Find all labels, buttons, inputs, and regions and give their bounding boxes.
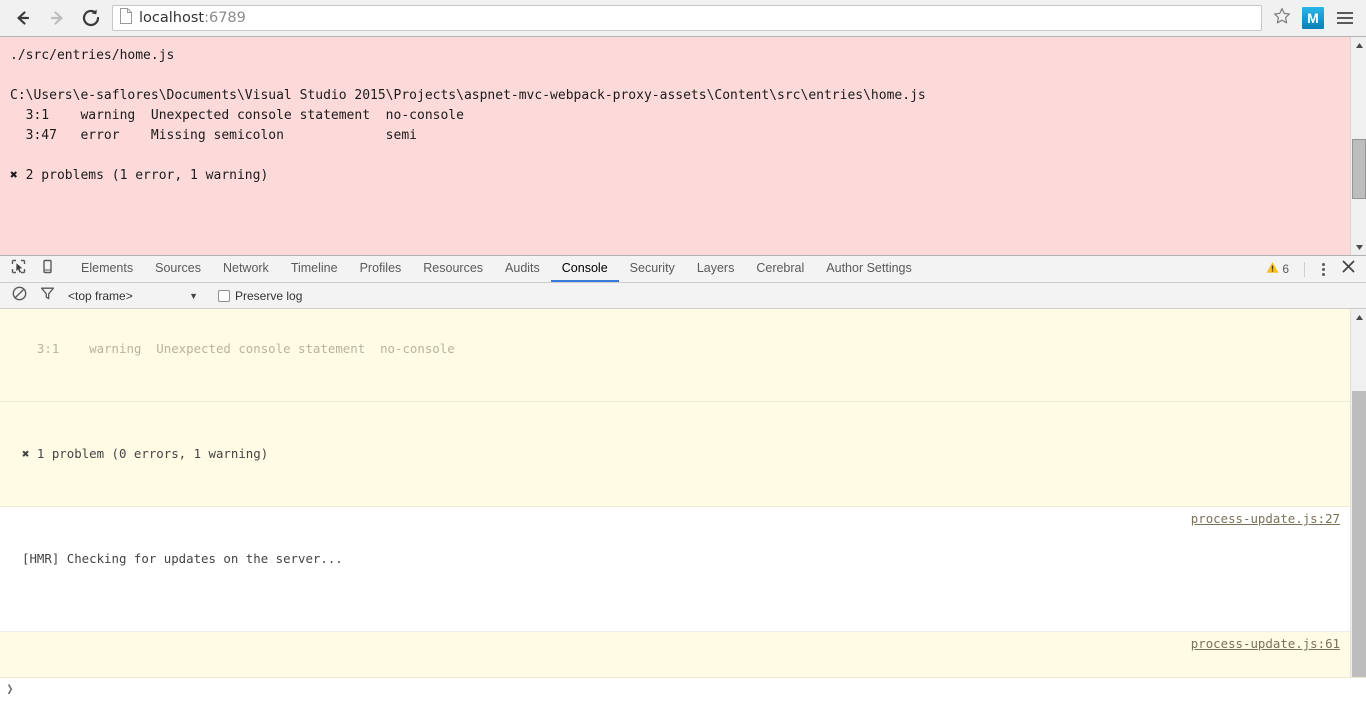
- address-bar-text: localhost:6789: [139, 10, 246, 26]
- console-source-link[interactable]: process-update.js:61: [1191, 634, 1340, 654]
- page-document-icon: [119, 7, 133, 29]
- scroll-down-arrow-icon[interactable]: [1351, 239, 1366, 255]
- devtools-panel: Elements Sources Network Timeline Profil…: [0, 255, 1366, 701]
- browser-menu-button[interactable]: [1330, 3, 1360, 33]
- reload-icon: [80, 7, 102, 29]
- back-arrow-icon: [13, 8, 33, 28]
- tab-cerebral[interactable]: Cerebral: [745, 256, 815, 282]
- vertical-dots-menu-icon: [1321, 262, 1325, 276]
- warning-triangle-icon: [1266, 261, 1279, 277]
- scroll-up-arrow-icon[interactable]: [1351, 37, 1366, 53]
- console-message-list: 3:1 warning Unexpected console statement…: [0, 309, 1350, 701]
- console-message[interactable]: ✖ 1 problem (0 errors, 1 warning): [0, 402, 1350, 507]
- devtools-close-button[interactable]: [1336, 258, 1360, 280]
- tab-layers[interactable]: Layers: [686, 256, 746, 282]
- clear-console-button[interactable]: [8, 285, 30, 307]
- console-message[interactable]: 3:1 warning Unexpected console statement…: [0, 309, 1350, 402]
- page-content-error-overlay: ./src/entries/home.js C:\Users\e-saflore…: [0, 37, 1366, 255]
- scroll-up-arrow-icon[interactable]: [1351, 309, 1366, 325]
- clear-console-icon: [12, 286, 27, 306]
- console-message-text: 3:1 warning Unexpected console statement…: [22, 341, 455, 356]
- execution-context-selector[interactable]: <top frame> ▼: [68, 289, 198, 303]
- extension-button-m[interactable]: M: [1302, 7, 1324, 29]
- tab-resources[interactable]: Resources: [412, 256, 494, 282]
- execution-context-value: <top frame>: [68, 288, 133, 303]
- console-message[interactable]: [HMR] Checking for updates on the server…: [0, 507, 1350, 632]
- browser-toolbar: localhost:6789 M: [0, 0, 1366, 37]
- tab-audits[interactable]: Audits: [494, 256, 551, 282]
- tab-elements[interactable]: Elements: [70, 256, 144, 282]
- devtools-tabbar-right: 6: [1258, 256, 1366, 282]
- chevron-down-icon: ▼: [189, 290, 198, 301]
- console-scrollbar-thumb[interactable]: [1352, 391, 1366, 701]
- inspect-element-button[interactable]: [6, 257, 31, 282]
- device-toolbar-button[interactable]: [35, 257, 60, 282]
- tab-author-settings[interactable]: Author Settings: [815, 256, 922, 282]
- page-vertical-scrollbar[interactable]: [1350, 37, 1366, 255]
- tab-timeline[interactable]: Timeline: [280, 256, 349, 282]
- device-toolbar-icon: [40, 259, 55, 279]
- console-vertical-scrollbar[interactable]: [1350, 309, 1366, 701]
- webpack-error-output: ./src/entries/home.js C:\Users\e-saflore…: [10, 48, 926, 183]
- tab-network[interactable]: Network: [212, 256, 280, 282]
- console-message-area: 3:1 warning Unexpected console statement…: [0, 309, 1366, 701]
- filter-button[interactable]: [36, 285, 58, 307]
- url-host: localhost: [139, 10, 205, 26]
- tab-security[interactable]: Security: [619, 256, 686, 282]
- preserve-log-label: Preserve log: [235, 288, 303, 303]
- preserve-log-option[interactable]: Preserve log: [218, 289, 302, 303]
- console-message-text: ✖ 1 problem (0 errors, 1 warning): [22, 446, 269, 461]
- tab-profiles[interactable]: Profiles: [349, 256, 413, 282]
- warning-count-badge[interactable]: 6: [1258, 261, 1297, 277]
- devtools-tabbar: Elements Sources Network Timeline Profil…: [0, 256, 1366, 283]
- bookmark-star-icon: [1273, 7, 1291, 30]
- devtools-tab-list: Elements Sources Network Timeline Profil…: [70, 256, 1258, 282]
- toolbar-divider: [1304, 261, 1305, 277]
- address-bar[interactable]: localhost:6789: [112, 5, 1262, 31]
- forward-arrow-icon: [47, 8, 67, 28]
- preserve-log-checkbox[interactable]: [218, 289, 230, 302]
- tab-sources[interactable]: Sources: [144, 256, 212, 282]
- console-message-text: [HMR] Checking for updates on the server…: [22, 551, 343, 566]
- devtools-tool-icons: [0, 256, 60, 282]
- devtools-more-options-button[interactable]: [1312, 258, 1334, 280]
- url-port: :6789: [204, 10, 246, 26]
- filter-funnel-icon: [40, 286, 55, 306]
- forward-button[interactable]: [40, 1, 74, 35]
- warning-triangle-icon: [5, 637, 20, 691]
- warning-count-value: 6: [1282, 262, 1289, 276]
- console-filter-bar: <top frame> ▼ Preserve log: [0, 283, 1366, 309]
- bookmark-button[interactable]: [1268, 5, 1296, 31]
- inspect-element-icon: [11, 259, 26, 279]
- close-icon: [1342, 260, 1355, 278]
- tab-console[interactable]: Console: [550, 256, 619, 282]
- prompt-chevron-icon: ❯: [6, 682, 14, 697]
- back-button[interactable]: [6, 1, 40, 35]
- page-scrollbar-thumb[interactable]: [1352, 139, 1366, 199]
- console-input-prompt[interactable]: ❯: [0, 677, 1366, 701]
- console-source-link[interactable]: process-update.js:27: [1191, 509, 1340, 529]
- hamburger-menu-icon: [1337, 12, 1353, 24]
- reload-button[interactable]: [74, 1, 108, 35]
